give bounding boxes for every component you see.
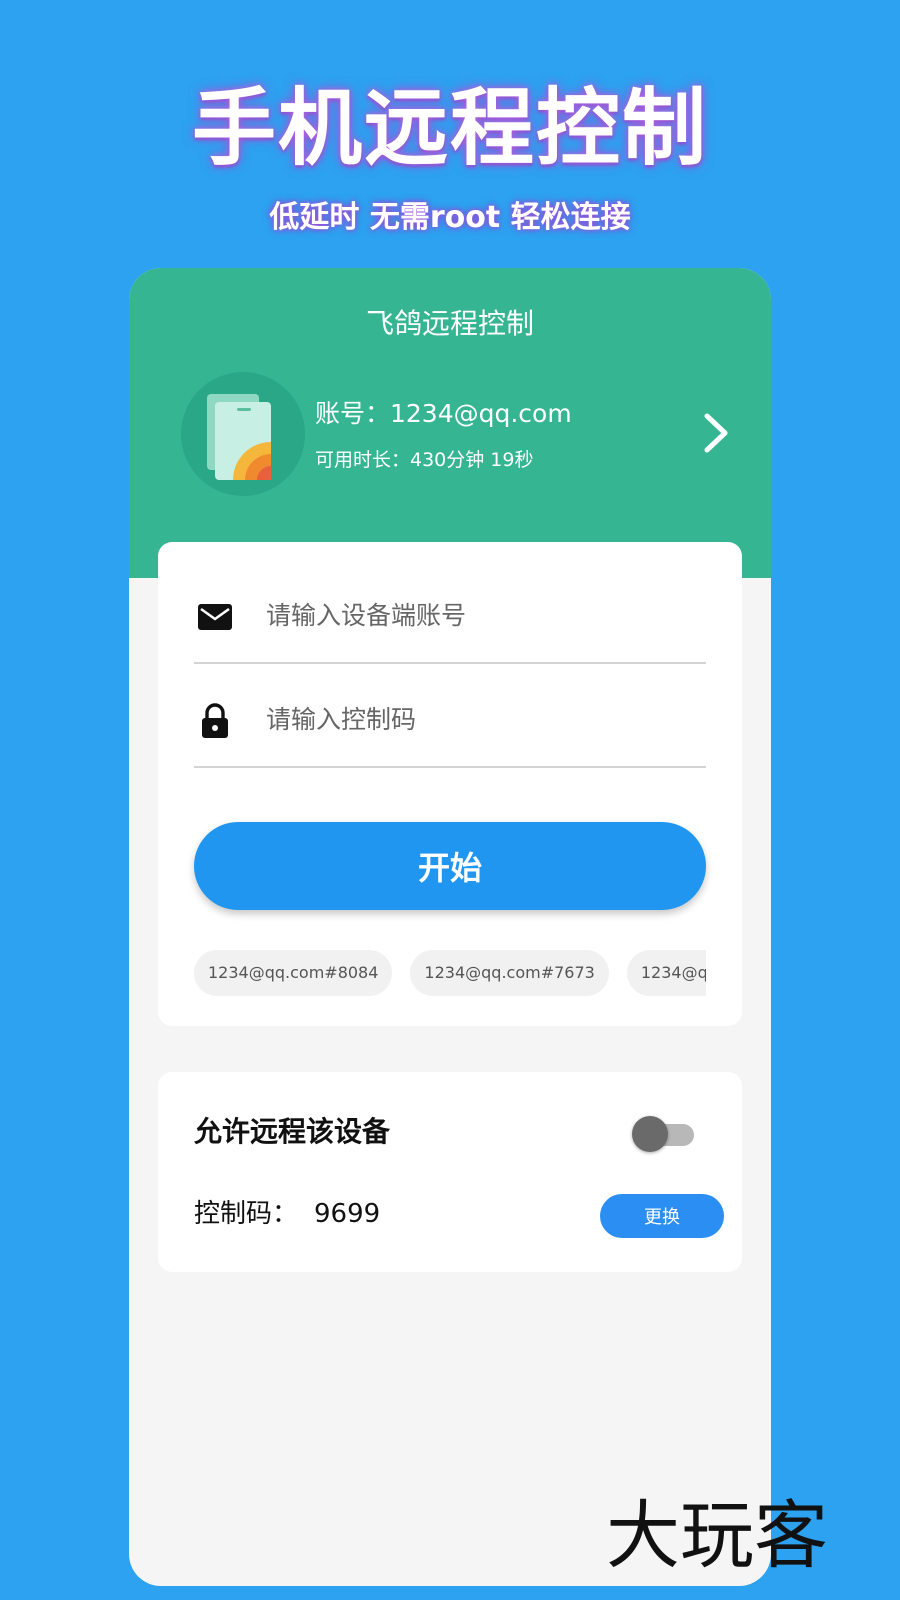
control-code-input[interactable] bbox=[264, 694, 688, 744]
connect-card: 开始 1234@qq.com#80841234@qq.com#76731234@… bbox=[158, 542, 742, 1026]
control-code-value: 9699 bbox=[314, 1199, 381, 1229]
toggle-knob bbox=[632, 1116, 668, 1152]
change-code-button[interactable]: 更换 bbox=[600, 1194, 724, 1238]
account-input[interactable] bbox=[264, 590, 688, 640]
mail-icon bbox=[196, 598, 234, 636]
history-list: 1234@qq.com#8084 1234@qq.com#7673 1234@qq.… bbox=[194, 950, 706, 1000]
duration-text: 可用时长：430分钟 19秒 bbox=[315, 449, 534, 471]
allow-remote-label: 允许远程该设备 bbox=[194, 1115, 391, 1148]
code-field bbox=[194, 666, 706, 768]
app-screen: 飞鸽远程控制 账号：1234@qq.com 可用时长：430分钟 19秒 请输入… bbox=[129, 268, 771, 1586]
app-title: 飞鸽远程控制 bbox=[365, 307, 534, 340]
allow-remote-card: 允许远程该设备 控制码： 9699 更换 bbox=[158, 1072, 742, 1272]
account-header: 飞鸽远程控制 账号：1234@qq.com 可用时长：430分钟 19秒 bbox=[129, 268, 771, 578]
account-field bbox=[194, 562, 706, 664]
watermark-logo: 大玩客 bbox=[606, 1493, 828, 1579]
chevron-right-icon[interactable] bbox=[699, 408, 733, 458]
device-logo-icon bbox=[181, 372, 305, 496]
history-chip[interactable]: 1234@qq.com#8084 bbox=[194, 950, 393, 996]
promo-title: 手机远程控制 bbox=[191, 79, 708, 177]
lock-icon bbox=[196, 702, 234, 740]
control-code-label: 控制码： bbox=[194, 1199, 299, 1229]
allow-remote-toggle[interactable] bbox=[632, 1116, 696, 1152]
start-button[interactable]: 开始 bbox=[194, 822, 706, 910]
promo-subtitle: 低延时 无需root 轻松连接 bbox=[269, 200, 631, 235]
history-chip[interactable]: 1234@qq.com bbox=[626, 950, 706, 996]
history-chip[interactable]: 1234@qq.com#7673 bbox=[410, 950, 609, 996]
account-text: 账号：1234@qq.com bbox=[315, 399, 572, 428]
